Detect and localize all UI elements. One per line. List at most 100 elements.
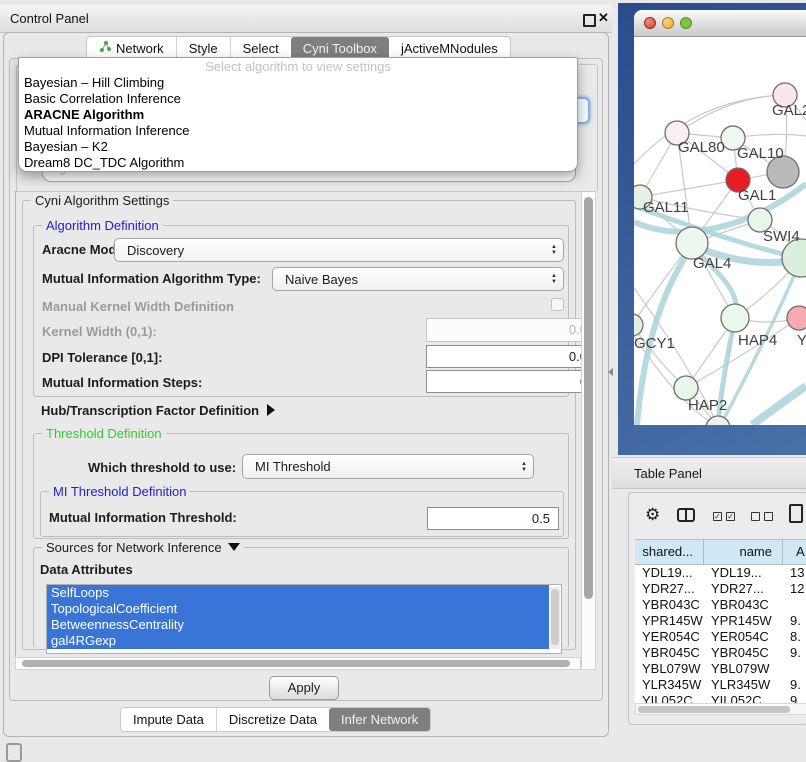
manual-kernel-width-label: Manual Kernel Width Definition [42,299,234,314]
table-cell: YBR043C [635,597,704,613]
threshold-definition-title: Threshold Definition [42,426,166,441]
table-row[interactable]: YER054CYER054C8. [635,629,806,645]
tab-discretize-data[interactable]: Discretize Data [216,708,329,731]
table-cell: 9. [783,677,806,693]
network-node-gcy1[interactable] [634,314,643,336]
deselect-all-icon[interactable] [764,512,773,521]
attribute-item-selfloops[interactable]: SelfLoops [47,585,549,601]
vertical-scrollbar-thumb[interactable] [584,197,593,599]
table-cell: 13 [783,565,806,581]
manual-kernel-width-checkbox[interactable] [551,298,564,311]
data-attributes-list[interactable]: SelfLoopsTopologicalCoefficientBetweenne… [46,584,562,654]
table-scrollbar-thumb[interactable] [638,706,790,713]
column-header-name[interactable]: name [704,540,783,564]
sources-toggle[interactable]: Sources for Network Inference [42,540,244,555]
tab-infer-network[interactable]: Infer Network [329,708,430,731]
table-cell: YBL079W [635,661,704,677]
aracne-mode-value: Discovery [127,243,184,258]
mi-threshold-group: MI Threshold Definition Mutual Informati… [40,491,564,537]
table-cell: 9. [783,613,806,629]
table-horizontal-scrollbar[interactable] [635,703,806,715]
panel-splitter-handle[interactable] [608,368,613,376]
select-all-icon[interactable]: ✓ [713,512,722,521]
network-edge-thick[interactable] [752,386,806,425]
list-scrollbar[interactable] [550,587,560,649]
table-row[interactable]: YLR345WYLR345W9. [635,677,806,693]
table-row[interactable]: YBR045CYBR045C9. [635,645,806,661]
settings-horizontal-scrollbar[interactable] [15,657,581,670]
table-row[interactable]: YBR043CYBR043C [635,597,806,613]
horizontal-scrollbar-thumb[interactable] [22,660,570,667]
algorithm-option-bayesian-k2[interactable]: Bayesian – K2 [19,139,577,155]
stepper-arrows-icon: ▲▼ [521,455,527,478]
algorithm-option-dream8-dc-tdc-algorithm[interactable]: Dream8 DC_TDC Algorithm [19,155,577,171]
minimized-panel-icon[interactable] [6,743,22,762]
which-threshold-combobox[interactable]: MI Threshold ▲▼ [242,454,534,479]
network-window-titlebar[interactable] [634,10,806,37]
table-cell: YBR045C [635,645,704,661]
hub-section-toggle[interactable]: Hub/Transcription Factor Definition [41,403,275,418]
zoom-window-icon[interactable] [680,17,692,29]
table-row[interactable]: YDL19...YDL19...13 [635,565,806,581]
sources-title: Sources for Network Inference [46,540,222,555]
settings-vertical-scrollbar[interactable] [581,191,596,670]
aracne-mode-combobox[interactable]: Discovery ▲▼ [114,238,564,262]
algorithm-option-mutual-information-inference[interactable]: Mutual Information Inference [19,123,577,139]
float-window-icon[interactable] [583,14,596,27]
table-row[interactable]: YDR27...YDR27...12 [635,581,806,597]
algorithm-option-aracne-algorithm[interactable]: ARACNE Algorithm [19,107,577,123]
table-cell: YLR345W [704,677,783,693]
mi-steps-field[interactable]: 6 [426,370,583,393]
mi-threshold-field[interactable]: 0.5 [427,507,559,530]
kernel-width-field[interactable]: 0.0 [426,318,583,342]
data-attributes-label: Data Attributes [40,562,133,577]
tab-impute-data[interactable]: Impute Data [121,708,216,731]
select-all-icon[interactable]: ✓ [726,512,735,521]
mi-algorithm-type-combobox[interactable]: Naive Bayes ▲▼ [272,267,564,291]
node-label-gal10: GAL10 [737,145,784,162]
hub-section-label: Hub/Transcription Factor Definition [41,403,259,418]
table-header-row: shared...nameA [635,539,806,565]
table-row[interactable]: YPR145WYPR145W9. [635,613,806,629]
gear-icon[interactable]: ⚙ [645,506,660,524]
close-window-icon[interactable] [644,17,656,29]
column-browser-icon[interactable] [677,508,695,522]
network-node-y[interactable] [787,306,806,330]
algorithm-option-bayesian-hill-climbing[interactable]: Bayesian – Hill Climbing [19,75,577,91]
table-cell: YDR27... [635,581,704,597]
algorithm-dropdown-placeholder[interactable]: Select algorithm to view settings [19,58,577,75]
settings-scrollpane: Cyni Algorithm Settings Algorithm Defini… [15,191,583,659]
column-header-a[interactable]: A [783,540,806,564]
kernel-width-label: Kernel Width (0,1): [42,324,157,339]
apply-button[interactable]: Apply [269,676,339,700]
mi-threshold-label: Mutual Information Threshold: [49,510,237,525]
threshold-definition-group: Threshold Definition Which threshold to … [33,433,569,539]
close-panel-icon[interactable]: ✕ [598,10,609,26]
node-label-hap4: HAP4 [738,332,777,349]
deselect-all-icon[interactable] [751,512,760,521]
table-cell: YBR045C [704,645,783,661]
attribute-item-betweennesscentrality[interactable]: BetweennessCentrality [47,617,549,633]
column-header-shared[interactable]: shared... [635,540,704,564]
table-cell: YDL19... [635,565,704,581]
mi-steps-label: Mutual Information Steps: [42,375,202,390]
minimize-window-icon[interactable] [662,17,674,29]
table-panel-title: Table Panel [634,458,702,490]
network-canvas[interactable]: GAL2GAL80GAL10GAL1GAL11SWI4GAL4GCY1HAP4Y… [634,36,806,425]
table-cell: YPR145W [635,613,704,629]
panel-title: Control Panel [10,5,89,32]
attribute-item-gal4rgexp[interactable]: gal4RGexp [47,633,549,649]
network-node-hap4[interactable] [721,304,749,332]
mi-threshold-value: 0.5 [532,511,550,526]
network-graph[interactable]: GAL2GAL80GAL10GAL1GAL11SWI4GAL4GCY1HAP4Y… [634,36,806,425]
table-row[interactable]: YBL079WYBL079W [635,661,806,677]
network-edge[interactable] [640,180,738,197]
dpi-tolerance-field[interactable]: 0.0 [426,345,583,368]
screen: Control Panel ✕ NetworkStyleSelectCyni T… [0,0,806,762]
attribute-item-topologicalcoefficient[interactable]: TopologicalCoefficient [47,601,549,617]
document-icon[interactable] [789,504,803,523]
control-panel-titlebar: Control Panel ✕ [0,5,612,33]
algorithm-option-basic-correlation-inference[interactable]: Basic Correlation Inference [19,91,577,107]
node-table: shared...nameA YDL19...YDL19...13YDR27..… [635,539,806,715]
list-scrollbar-thumb[interactable] [551,589,559,645]
